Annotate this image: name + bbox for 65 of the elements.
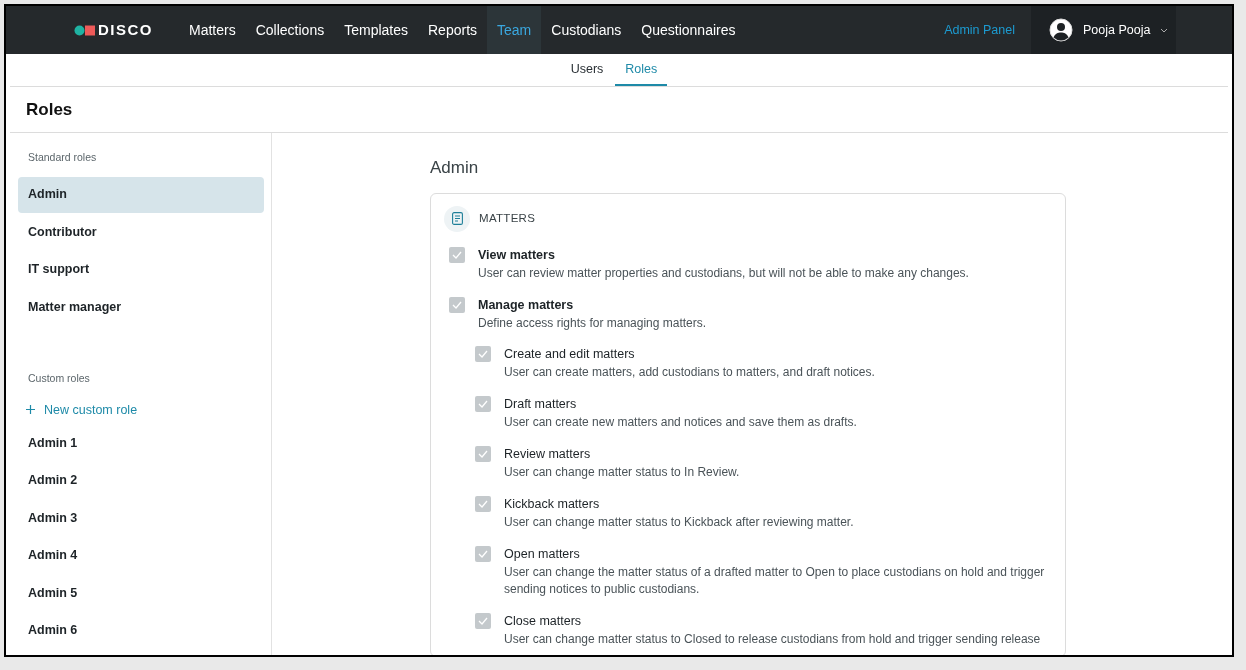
checkbox[interactable] [475,545,491,562]
checkbox[interactable] [475,345,491,362]
permission-description: User can create matters, add custodians to matters, and draft notices. [504,363,875,381]
nav-item[interactable]: Team [487,6,542,54]
check-icon [478,549,488,558]
permission-description: User can change the matter status of a drafted matter to Open to place custodians on hold and trigger sending notices to public custodians. [504,563,1046,598]
check-icon [478,449,488,458]
role-item[interactable]: Admin 4 [18,537,264,574]
nav-item[interactable]: Collections [245,6,335,54]
role-item[interactable]: Admin [18,176,264,213]
checkbox[interactable] [475,612,491,629]
checkbox[interactable] [449,296,465,313]
check-icon [452,250,462,259]
logo-text: DISCO [98,19,153,40]
role-item[interactable]: Admin 6 [18,612,264,649]
user-menu[interactable]: Pooja Pooja [1031,6,1176,54]
role-item[interactable]: Admin 1 [18,425,264,462]
check-icon [452,300,462,309]
permission-name: View matters [478,246,556,264]
section-heading: Standard roles [27,150,98,165]
permission-name: Manage matters [478,296,575,314]
permission-name: Open matters [504,545,581,563]
check-icon [478,499,488,508]
nav-item[interactable]: Matters [179,6,246,54]
check-icon [478,616,488,625]
checkbox[interactable] [475,495,491,512]
check-icon [478,349,488,358]
check-icon [478,399,488,408]
permission-description: User can create new matters and notices and save them as drafts. [504,413,857,431]
permission-description: User can change matter status to Kickback after reviewing matter. [504,513,854,531]
sub-tab[interactable]: Roles [615,60,668,86]
plus-icon [26,405,35,415]
admin-panel-link[interactable]: Admin Panel [944,20,1015,40]
section-heading: Custom roles [27,370,91,386]
new-role-link[interactable]: New custom role [18,400,264,420]
checkbox[interactable] [475,445,491,462]
checkbox[interactable] [475,395,491,412]
avatar-icon [1049,18,1073,42]
role-item[interactable]: Matter manager [18,289,264,326]
logo-shapes-icon [74,24,96,36]
permission-name: Create and edit matters [504,345,636,363]
nav-item[interactable]: Custodians [541,6,632,54]
permission-description: User can change matter status to Closed to release custodians from hold and trigger sending release [504,630,1041,648]
role-item[interactable]: IT support [18,251,264,288]
sub-tab[interactable]: Users [560,60,614,86]
nav-item[interactable]: Questionnaires [631,6,746,54]
permission-description: User can change matter status to In Review. [504,463,740,481]
permission-name: Close matters [504,612,583,630]
document-icon [444,205,470,232]
role-item[interactable]: Admin 5 [18,575,264,612]
role-item[interactable]: Admin 3 [18,500,264,537]
role-item[interactable]: Admin 2 [18,462,264,499]
permission-description: User can review matter properties and custodians, but will not be able to make any changes. [478,264,969,282]
page-title: Roles [26,98,73,121]
role-item[interactable]: Contributor [18,214,264,251]
section-title: MATTERS [479,210,536,226]
checkbox[interactable] [449,246,465,263]
permission-name: Review matters [504,445,592,463]
nav-item[interactable]: Reports [418,6,488,54]
permission-description: Define access rights for managing matters. [478,314,707,332]
permission-name: Draft matters [504,395,578,413]
role-title: Admin [430,157,480,179]
chevron-down-icon [1160,27,1169,33]
permission-name: Kickback matters [504,495,601,513]
nav-item[interactable]: Templates [334,6,418,54]
